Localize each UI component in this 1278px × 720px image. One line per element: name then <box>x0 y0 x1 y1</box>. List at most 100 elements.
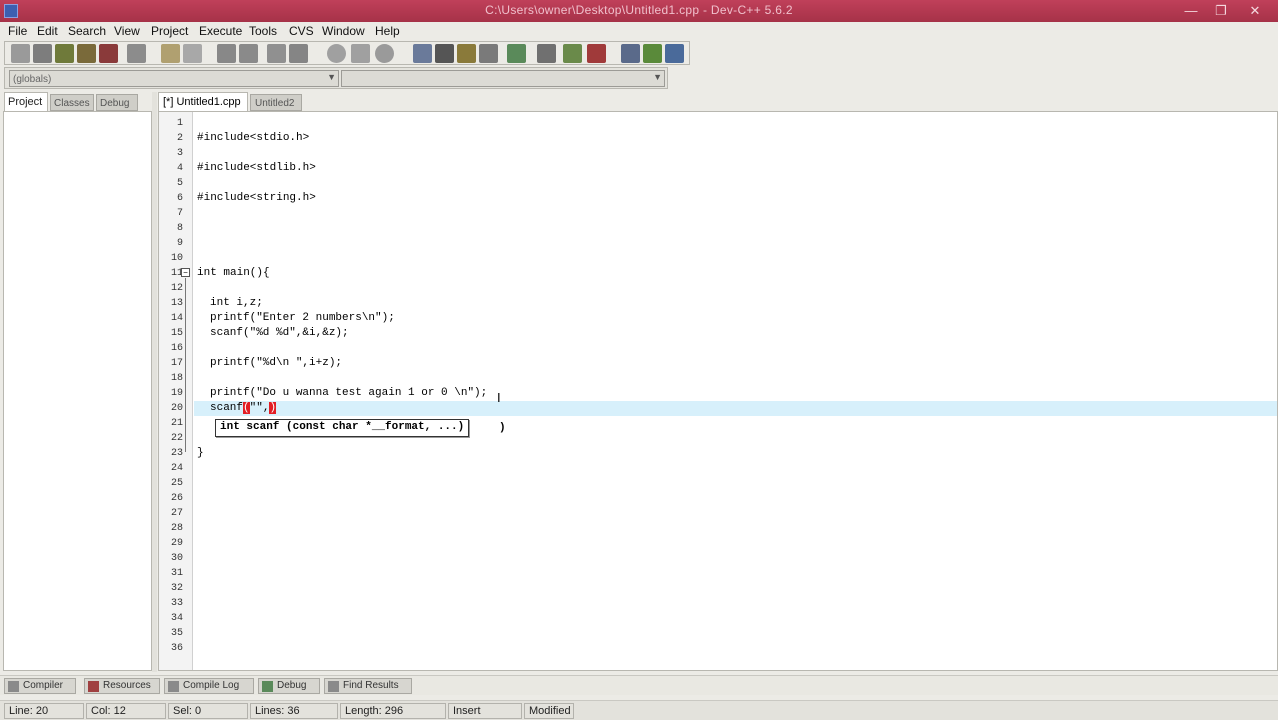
line-number: 36 <box>170 643 183 654</box>
code-line-13: int i,z; <box>210 297 263 309</box>
save-icon[interactable] <box>55 44 74 63</box>
line-number: 34 <box>170 613 183 624</box>
class-toolbar: (globals) ▼ ▼ <box>4 67 668 89</box>
globals-combo[interactable]: (globals) ▼ <box>9 70 339 87</box>
tab-untitled1[interactable]: [*] Untitled1.cpp <box>158 92 248 112</box>
status-lines: Lines: 36 <box>250 703 338 719</box>
status-lines-value: 36 <box>287 705 300 717</box>
line-number: 4 <box>176 163 183 174</box>
tab-resources-label: Resources <box>103 680 151 691</box>
line-number: 13 <box>170 298 183 309</box>
project-browser[interactable] <box>3 111 152 671</box>
menu-search[interactable]: Search <box>68 24 106 38</box>
line-number: 22 <box>170 433 183 444</box>
line-number: 2 <box>176 133 183 144</box>
tab-untitled2[interactable]: Untitled2 <box>250 94 302 111</box>
indent-icon[interactable] <box>327 44 346 63</box>
line-number: 18 <box>170 373 183 384</box>
code-line-4: #include<stdlib.h> <box>197 162 316 174</box>
line-number: 14 <box>170 313 183 324</box>
find-results-icon <box>328 681 339 692</box>
close-button[interactable]: ✕ <box>1240 0 1270 22</box>
compile-run-icon[interactable] <box>479 44 498 63</box>
tab-debug-label: Debug <box>277 680 307 691</box>
line-number: 23 <box>170 448 183 459</box>
line-number: 21 <box>170 418 183 429</box>
code-line-11: int main(){ <box>197 267 270 279</box>
replace-icon[interactable] <box>239 44 258 63</box>
code-line-19: printf("Do u wanna test again 1 or 0 \n"… <box>210 387 488 399</box>
find-next-icon[interactable] <box>267 44 286 63</box>
tab-compile-log-label: Compile Log <box>183 680 240 691</box>
about-icon[interactable] <box>665 44 684 63</box>
tab-classes[interactable]: Classes <box>50 94 94 111</box>
tab-find-results[interactable]: Find Results <box>324 678 412 694</box>
bookmark-icon[interactable] <box>413 44 432 63</box>
tab-debug-bottom[interactable]: Debug <box>258 678 320 694</box>
status-bar: Line: 20 Col: 12 Sel: 0 Lines: 36 Length… <box>0 700 1278 720</box>
profile-icon[interactable] <box>563 44 582 63</box>
save-all-icon[interactable] <box>77 44 96 63</box>
menu-edit[interactable]: Edit <box>37 24 58 38</box>
check-syntax-icon[interactable] <box>507 44 526 63</box>
open-icon[interactable] <box>33 44 52 63</box>
menu-view[interactable]: View <box>114 24 140 38</box>
line-number: 16 <box>170 343 183 354</box>
menu-file[interactable]: File <box>8 24 27 38</box>
run-icon[interactable] <box>457 44 476 63</box>
left-panel-tabs: Project Classes Debug <box>4 92 154 112</box>
bottom-panel-tabs: Compiler Resources Compile Log Debug Fin… <box>0 675 1278 695</box>
menu-tools[interactable]: Tools <box>249 24 277 38</box>
new-project-icon[interactable] <box>621 44 640 63</box>
status-col-value: 12 <box>113 705 126 717</box>
unindent-icon[interactable] <box>351 44 370 63</box>
line-number: 11 <box>170 268 183 279</box>
menu-window[interactable]: Window <box>322 24 365 38</box>
fold-toggle-icon[interactable]: − <box>181 268 190 277</box>
compiler-icon <box>8 681 19 692</box>
menu-help[interactable]: Help <box>375 24 400 38</box>
code-line-22: } <box>197 447 204 459</box>
debug-icon[interactable] <box>537 44 556 63</box>
code-line-15: scanf("%d %d",&i,&z); <box>210 327 349 339</box>
status-sel-label: Sel: <box>173 705 192 717</box>
code-line-6: #include<string.h> <box>197 192 316 204</box>
code-args: "", <box>249 402 270 414</box>
pane-splitter[interactable] <box>152 92 157 672</box>
print-icon[interactable] <box>127 44 146 63</box>
tab-compiler[interactable]: Compiler <box>4 678 76 694</box>
status-length: Length: 296 <box>340 703 446 719</box>
find-icon[interactable] <box>217 44 236 63</box>
delete-profile-icon[interactable] <box>587 44 606 63</box>
status-mode: Insert <box>448 703 522 719</box>
code-line-17: printf("%d\n ",i+z); <box>210 357 343 369</box>
status-col: Col: 12 <box>86 703 166 719</box>
status-length-value: 296 <box>384 705 404 717</box>
line-number: 33 <box>170 598 183 609</box>
new-file-icon[interactable] <box>11 44 30 63</box>
line-number: 10 <box>170 253 183 264</box>
goto-icon[interactable] <box>289 44 308 63</box>
fold-line <box>185 278 186 452</box>
tab-project[interactable]: Project <box>4 92 48 112</box>
minimize-button[interactable]: — <box>1176 0 1206 22</box>
tab-find-results-label: Find Results <box>343 680 399 691</box>
tab-resources[interactable]: Resources <box>84 678 160 694</box>
members-combo[interactable]: ▼ <box>341 70 665 87</box>
tab-debug[interactable]: Debug <box>96 94 138 111</box>
maximize-button[interactable]: ❐ <box>1206 0 1236 22</box>
code-editor[interactable]: 1 2 3 4 5 6 7 8 9 10 11 12 13 14 15 16 17 18 19 20 21 22 23 24 2… <box>158 111 1278 671</box>
menu-project[interactable]: Project <box>151 24 188 38</box>
editor-tabs: [*] Untitled1.cpp Untitled2 <box>158 92 558 112</box>
options-icon[interactable] <box>643 44 662 63</box>
close-file-icon[interactable] <box>99 44 118 63</box>
compile-icon[interactable] <box>435 44 454 63</box>
menu-cvs[interactable]: CVS <box>289 24 314 38</box>
menu-execute[interactable]: Execute <box>199 24 242 38</box>
current-line-highlight <box>194 401 1277 416</box>
undo-icon[interactable] <box>161 44 180 63</box>
toggle-comment-icon[interactable] <box>375 44 394 63</box>
redo-icon[interactable] <box>183 44 202 63</box>
tab-compile-log[interactable]: Compile Log <box>164 678 254 694</box>
line-number: 19 <box>170 388 183 399</box>
